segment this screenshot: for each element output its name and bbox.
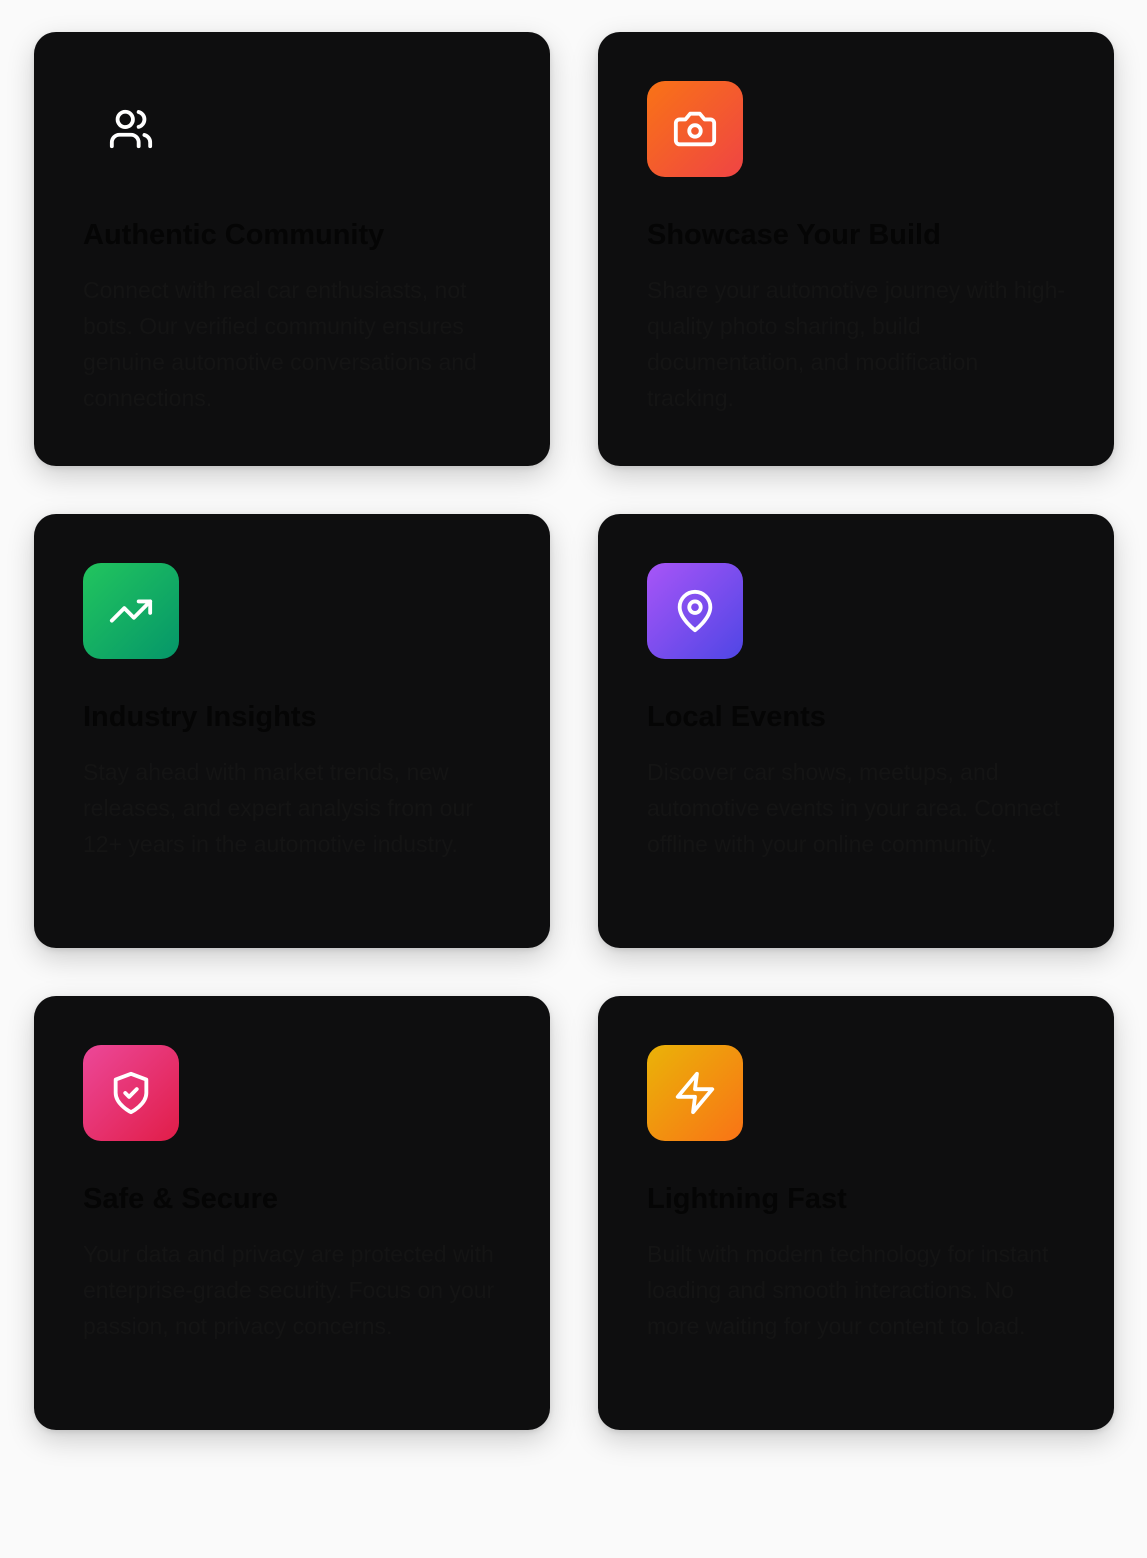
feature-icon-box <box>647 563 743 659</box>
feature-card-lightning-fast: Lightning Fast Built with modern technol… <box>598 996 1114 1430</box>
camera-icon <box>673 111 717 147</box>
zap-icon <box>675 1071 715 1115</box>
feature-card-authentic-community: Authentic Community Connect with real ca… <box>34 32 550 466</box>
feature-card-industry-insights: Industry Insights Stay ahead with market… <box>34 514 550 948</box>
map-pin-icon <box>677 590 713 633</box>
trending-up-icon <box>109 599 153 623</box>
feature-description: Built with modern technology for instant… <box>647 1241 1049 1339</box>
feature-icon-box <box>83 81 179 177</box>
feature-card-safe-secure: Safe & Secure Your data and privacy are … <box>34 996 550 1430</box>
feature-title: Authentic Community <box>83 219 385 251</box>
feature-title: Lightning Fast <box>647 1183 847 1215</box>
feature-title: Safe & Secure <box>83 1183 279 1215</box>
feature-description: Connect with real car enthusiasts, not b… <box>83 277 477 411</box>
feature-card-local-events: Local Events Discover car shows, meetups… <box>598 514 1114 948</box>
feature-title: Local Events <box>647 701 826 733</box>
feature-description: Your data and privacy are protected with… <box>83 1241 495 1339</box>
feature-description: Stay ahead with market trends, new relea… <box>83 759 473 857</box>
feature-title: Industry Insights <box>83 701 317 733</box>
users-icon <box>109 109 153 149</box>
features-grid: Authentic Community Connect with real ca… <box>34 32 1114 1430</box>
feature-icon-box <box>647 81 743 177</box>
feature-icon-box <box>647 1045 743 1141</box>
feature-icon-box <box>83 563 179 659</box>
feature-description: Share your automotive journey with high-… <box>647 277 1066 411</box>
feature-card-showcase-your-build: Showcase Your Build Share your automotiv… <box>598 32 1114 466</box>
feature-description: Discover car shows, meetups, and automot… <box>647 759 1060 857</box>
feature-icon-box <box>83 1045 179 1141</box>
shield-check-icon <box>113 1071 149 1115</box>
feature-title: Showcase Your Build <box>647 219 941 251</box>
